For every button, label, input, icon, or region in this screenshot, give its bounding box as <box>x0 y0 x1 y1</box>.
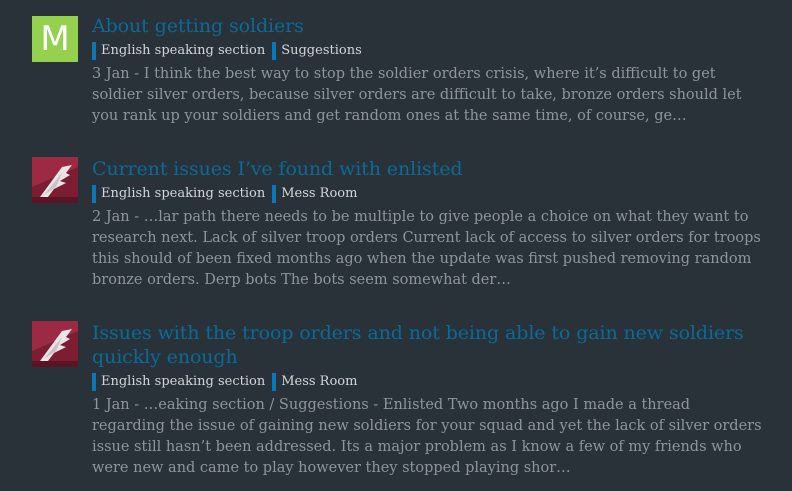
result-content: Issues with the troop orders and not bei… <box>92 321 764 479</box>
topic-title-link[interactable]: Issues with the troop orders and not bei… <box>92 321 764 369</box>
search-results: M About getting soldiers English speakin… <box>0 0 792 491</box>
avatar[interactable] <box>32 321 78 367</box>
topic-title-link[interactable]: About getting soldiers <box>92 14 764 38</box>
category-tag[interactable]: Mess Room <box>272 373 357 391</box>
result-content: About getting soldiers English speaking … <box>92 14 764 127</box>
avatar[interactable]: M <box>32 16 78 62</box>
category-tag[interactable]: English speaking section <box>92 373 265 391</box>
avatar-image-icon <box>32 157 78 203</box>
avatar-image-icon <box>32 321 78 367</box>
avatar[interactable] <box>32 157 78 203</box>
result-excerpt: 2 Jan - …lar path there needs to be mult… <box>92 207 764 291</box>
category-tag[interactable]: Suggestions <box>272 42 362 60</box>
result-excerpt: 3 Jan - I think the best way to stop the… <box>92 64 764 127</box>
post-date: 2 Jan <box>92 209 130 225</box>
excerpt-text: - I think the best way to stop the soldi… <box>92 66 742 124</box>
excerpt-text: - …eaking section / Suggestions - Enlist… <box>92 397 762 476</box>
category-tags: English speaking section Mess Room <box>92 372 764 392</box>
category-tags: English speaking section Suggestions <box>92 41 764 61</box>
post-date: 1 Jan <box>92 397 130 413</box>
result-excerpt: 1 Jan - …eaking section / Suggestions - … <box>92 395 764 479</box>
category-tag[interactable]: English speaking section <box>92 42 265 60</box>
category-tag[interactable]: English speaking section <box>92 185 265 203</box>
post-date: 3 Jan <box>92 66 130 82</box>
excerpt-text: - …lar path there needs to be multiple t… <box>92 209 761 288</box>
category-tags: English speaking section Mess Room <box>92 184 764 204</box>
category-tag[interactable]: Mess Room <box>272 185 357 203</box>
result-content: Current issues I’ve found with enlisted … <box>92 157 764 291</box>
topic-title-link[interactable]: Current issues I’ve found with enlisted <box>92 157 764 181</box>
